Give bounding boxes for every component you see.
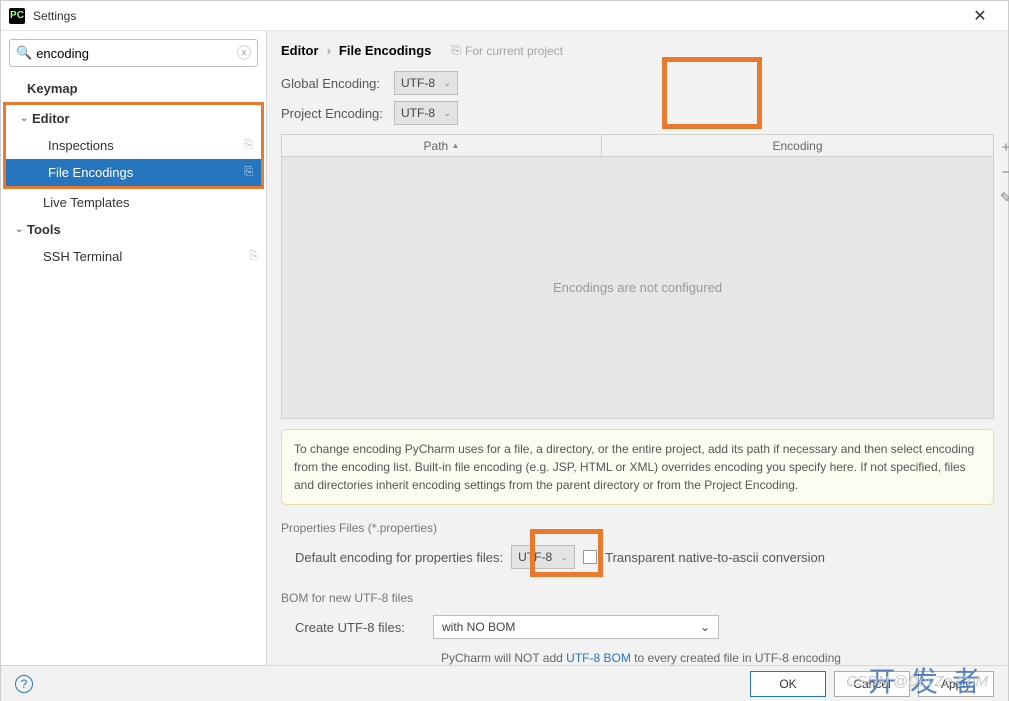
properties-section-label: Properties Files (*.properties)	[281, 521, 994, 535]
sort-icon: ▲	[452, 141, 460, 150]
col-path[interactable]: Path ▲	[282, 135, 602, 156]
info-box: To change encoding PyCharm uses for a fi…	[281, 429, 994, 505]
help-icon[interactable]: ?	[15, 675, 33, 693]
empty-message: Encodings are not configured	[282, 157, 993, 418]
bom-note: PyCharm will NOT add UTF-8 BOM to every …	[281, 651, 994, 665]
clear-icon[interactable]: ⓧ	[237, 43, 251, 63]
search-icon: 🔍	[16, 45, 32, 61]
chevron-down-icon: ⌄	[700, 620, 710, 634]
breadcrumb-parent[interactable]: Editor	[281, 43, 319, 58]
tree-item-keymap[interactable]: Keymap	[1, 75, 266, 102]
footer: ? OK Cancel Apply	[1, 665, 1008, 701]
properties-encoding-select[interactable]: UTF-8⌄	[511, 545, 575, 569]
tree-item-editor[interactable]: ⌄Editor	[6, 105, 261, 132]
scope-icon: ⎘	[244, 139, 253, 152]
col-encoding[interactable]: Encoding	[602, 135, 993, 156]
search-box[interactable]: 🔍 ⓧ	[9, 39, 258, 67]
tree-item-file-encodings[interactable]: File Encodings⎘	[6, 159, 261, 186]
global-encoding-select[interactable]: UTF-8⌄	[394, 71, 458, 95]
edit-icon[interactable]: ✎	[995, 189, 1009, 207]
apply-button[interactable]: Apply	[918, 671, 994, 697]
breadcrumb: Editor › File Encodings ⎘For current pro…	[267, 39, 1008, 68]
ok-button[interactable]: OK	[750, 671, 826, 697]
scope-badge: ⎘For current project	[451, 43, 563, 58]
settings-tree: Keymap ⌄Editor Inspections⎘ File Encodin…	[1, 75, 266, 270]
chevron-right-icon: ›	[327, 43, 331, 58]
chevron-down-icon: ⌄	[443, 108, 451, 119]
chevron-down-icon: ⌄	[20, 113, 32, 124]
chevron-down-icon: ⌄	[443, 78, 451, 89]
remove-icon[interactable]: −	[995, 164, 1009, 181]
tree-item-inspections[interactable]: Inspections⎘	[6, 132, 261, 159]
tree-item-ssh-terminal[interactable]: SSH Terminal⎘	[1, 243, 266, 270]
project-encoding-select[interactable]: UTF-8⌄	[394, 101, 458, 125]
bom-select[interactable]: with NO BOM⌄	[433, 615, 719, 639]
utf8-bom-link[interactable]: UTF-8 BOM	[566, 651, 631, 665]
cancel-button[interactable]: Cancel	[834, 671, 910, 697]
content-panel: Editor › File Encodings ⎘For current pro…	[267, 31, 1008, 665]
global-encoding-label: Global Encoding:	[281, 76, 394, 91]
titlebar: PC Settings ✕	[1, 1, 1008, 31]
scope-icon: ⎘	[244, 166, 253, 179]
tree-item-live-templates[interactable]: Live Templates	[1, 189, 266, 216]
scope-icon: ⎘	[249, 250, 258, 263]
encoding-table: Path ▲ Encoding Encodings are not config…	[281, 134, 994, 419]
add-icon[interactable]: +	[995, 139, 1009, 156]
app-icon: PC	[9, 8, 25, 24]
prop-default-label: Default encoding for properties files:	[295, 550, 503, 565]
chevron-down-icon: ⌄	[15, 224, 27, 235]
chevron-down-icon: ⌄	[561, 552, 569, 563]
sidebar: 🔍 ⓧ Keymap ⌄Editor Inspections⎘ File Enc…	[1, 31, 267, 665]
transparent-ascii-checkbox[interactable]	[583, 550, 597, 564]
tree-item-tools[interactable]: ⌄Tools	[1, 216, 266, 243]
bom-label: Create UTF-8 files:	[295, 620, 425, 635]
project-encoding-label: Project Encoding:	[281, 106, 394, 121]
search-input[interactable]	[36, 46, 237, 61]
scope-icon: ⎘	[451, 43, 461, 58]
close-icon[interactable]: ✕	[960, 6, 1000, 26]
breadcrumb-child: File Encodings	[339, 43, 431, 58]
bom-section-label: BOM for new UTF-8 files	[281, 591, 994, 605]
transparent-ascii-label: Transparent native-to-ascii conversion	[605, 550, 825, 565]
window-title: Settings	[33, 9, 960, 23]
